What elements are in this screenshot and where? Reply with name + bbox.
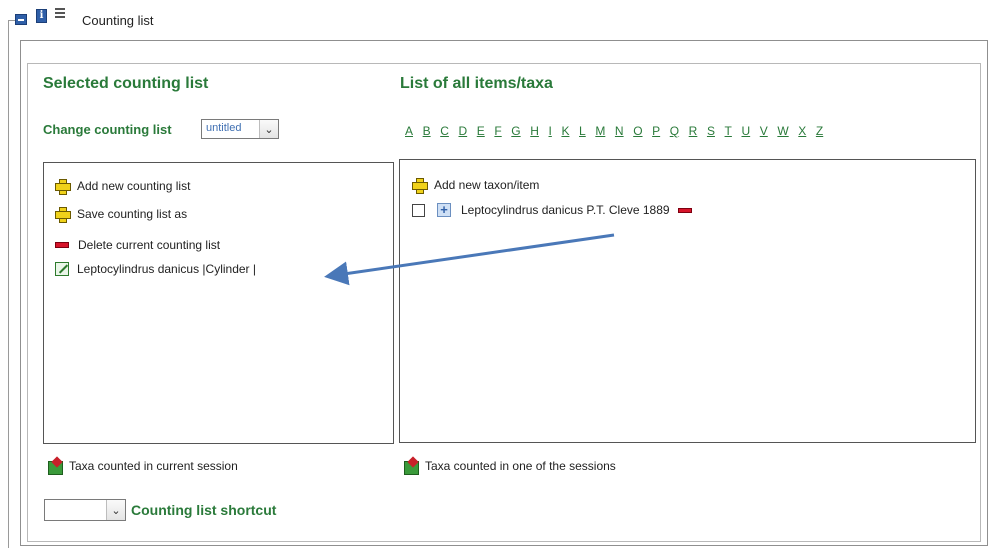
counted-icon: [403, 458, 419, 475]
counting-list-shortcut-select[interactable]: ⌄: [44, 499, 126, 521]
legend-any-session: Taxa counted in one of the sessions: [403, 458, 616, 475]
counting-list-shortcut-label: Counting list shortcut: [131, 502, 277, 518]
shortcut-value: [45, 500, 107, 520]
legend-any-session-label: Taxa counted in one of the sessions: [425, 459, 616, 473]
counted-icon: [47, 458, 63, 475]
legend-current-session: Taxa counted in current session: [47, 458, 238, 475]
chevron-down-icon: ⌄: [107, 500, 125, 520]
legend-current-session-label: Taxa counted in current session: [69, 459, 238, 473]
